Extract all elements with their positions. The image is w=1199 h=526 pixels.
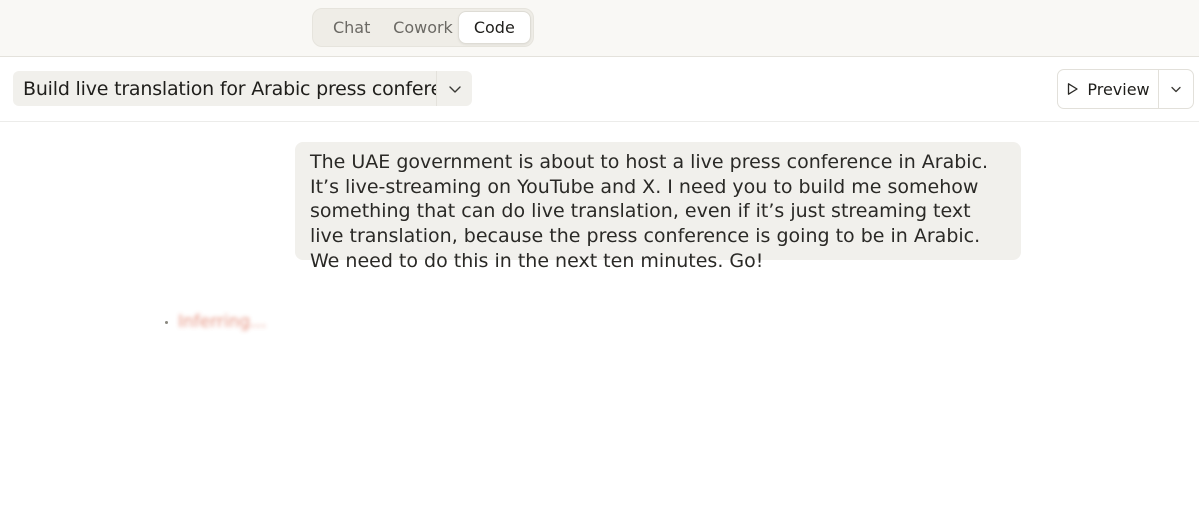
chevron-down-icon [1169,82,1183,96]
preview-menu-button[interactable] [1158,70,1193,108]
status-dot-icon [165,320,168,324]
tab-cowork[interactable]: Cowork [388,11,457,44]
title-dropdown-button[interactable] [436,71,472,106]
session-title-chip[interactable]: Build live translation for Arabic press … [13,71,472,106]
tab-code[interactable]: Code [457,11,531,44]
preview-button[interactable]: Preview [1058,70,1158,108]
session-title[interactable]: Build live translation for Arabic press … [13,78,436,100]
chevron-down-icon [447,81,463,97]
top-bar: Chat Cowork Code [0,0,1199,57]
preview-label: Preview [1087,79,1150,99]
tab-chat[interactable]: Chat [315,11,388,44]
status-indicator: Inferring... [165,312,266,332]
session-header: Build live translation for Arabic press … [0,57,1199,122]
play-icon [1066,82,1079,96]
status-text: Inferring... [178,312,267,332]
preview-button-group: Preview [1057,69,1194,109]
mode-switch: Chat Cowork Code [312,8,534,47]
user-message: The UAE government is about to host a li… [295,142,1021,272]
